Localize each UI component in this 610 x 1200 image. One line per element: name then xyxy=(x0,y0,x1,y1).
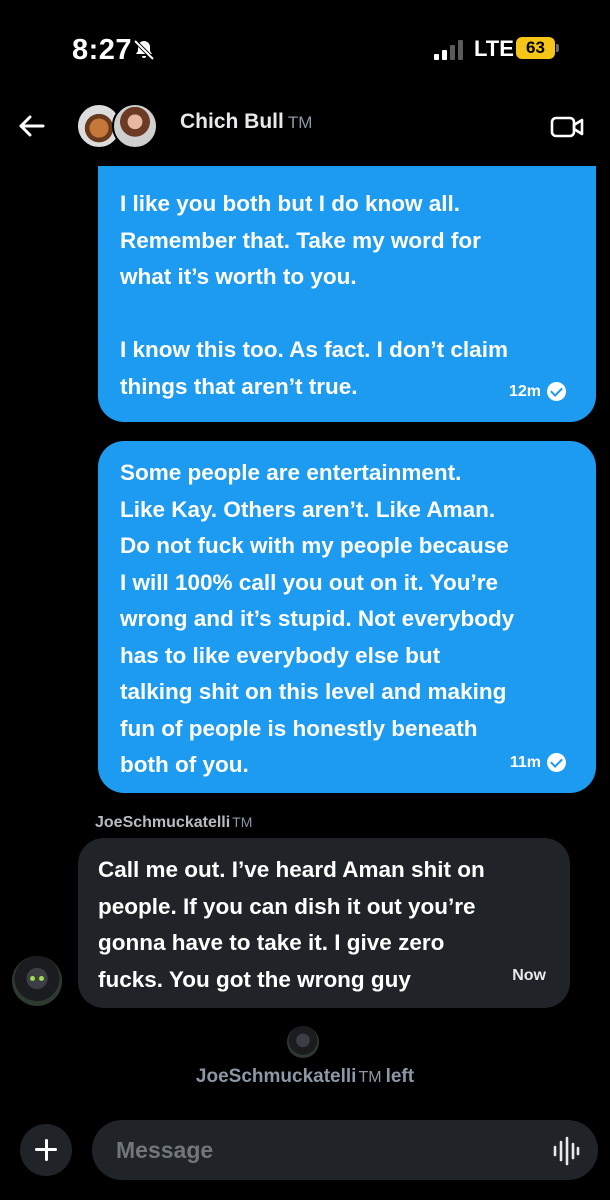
check-circle-icon xyxy=(547,382,566,402)
system-event-action: left xyxy=(385,1066,415,1087)
message-text: I like you both but I do know all. Remem… xyxy=(120,191,508,399)
message-composer xyxy=(0,1118,610,1200)
avatar-woman xyxy=(112,103,158,149)
message-time: Now xyxy=(512,966,546,984)
group-avatars[interactable] xyxy=(76,103,166,149)
message-text: Call me out. I’ve heard Aman shit on peo… xyxy=(98,857,485,992)
network-type: LTE xyxy=(474,36,514,61)
battery-icon: 63 xyxy=(516,37,560,59)
message-bubble-outgoing[interactable]: Some people are entertainment. Like Kay.… xyxy=(98,441,596,793)
back-arrow-icon[interactable] xyxy=(14,108,50,144)
chat-title-text: Chich Bull xyxy=(180,110,284,133)
check-circle-icon xyxy=(547,753,566,773)
trademark-badge: TM xyxy=(287,113,313,132)
trademark-badge: TM xyxy=(358,1069,382,1086)
signal-icon xyxy=(434,40,463,60)
message-time: 12m xyxy=(508,382,541,400)
trademark-badge: TM xyxy=(232,814,253,830)
system-event-left: JoeSchmuckatelli TM left xyxy=(0,1066,610,1088)
plus-icon[interactable] xyxy=(20,1124,72,1176)
message-bubble-outgoing[interactable]: I like you both but I do know all. Remem… xyxy=(98,166,596,422)
message-meta: 11m xyxy=(510,745,566,782)
battery-level: 63 xyxy=(516,37,555,59)
message-bubble-incoming[interactable]: Call me out. I’ve heard Aman shit on peo… xyxy=(78,838,570,1008)
sender-name: JoeSchmuckatelli TM xyxy=(95,814,252,832)
voice-wave-icon[interactable] xyxy=(552,1136,580,1166)
message-meta: 12m xyxy=(509,374,566,411)
status-time: 8:27 xyxy=(72,34,133,66)
avatar-left-user xyxy=(287,1026,319,1058)
system-event-user: JoeSchmuckatelli xyxy=(195,1066,357,1087)
avatar-sender[interactable] xyxy=(12,956,62,1006)
message-text: Some people are entertainment. Like Kay.… xyxy=(120,460,515,777)
bell-slash-icon xyxy=(133,39,155,61)
video-call-icon[interactable] xyxy=(550,114,584,140)
message-meta: Now xyxy=(512,958,546,995)
message-time: 11m xyxy=(509,753,541,771)
status-bar: 8:27 LTE 63 xyxy=(0,0,610,90)
sender-name-text: JoeSchmuckatelli xyxy=(95,814,231,831)
chat-title[interactable]: Chich Bull TM xyxy=(180,110,312,134)
chat-header: Chich Bull TM xyxy=(0,96,610,160)
message-input[interactable] xyxy=(92,1120,598,1180)
